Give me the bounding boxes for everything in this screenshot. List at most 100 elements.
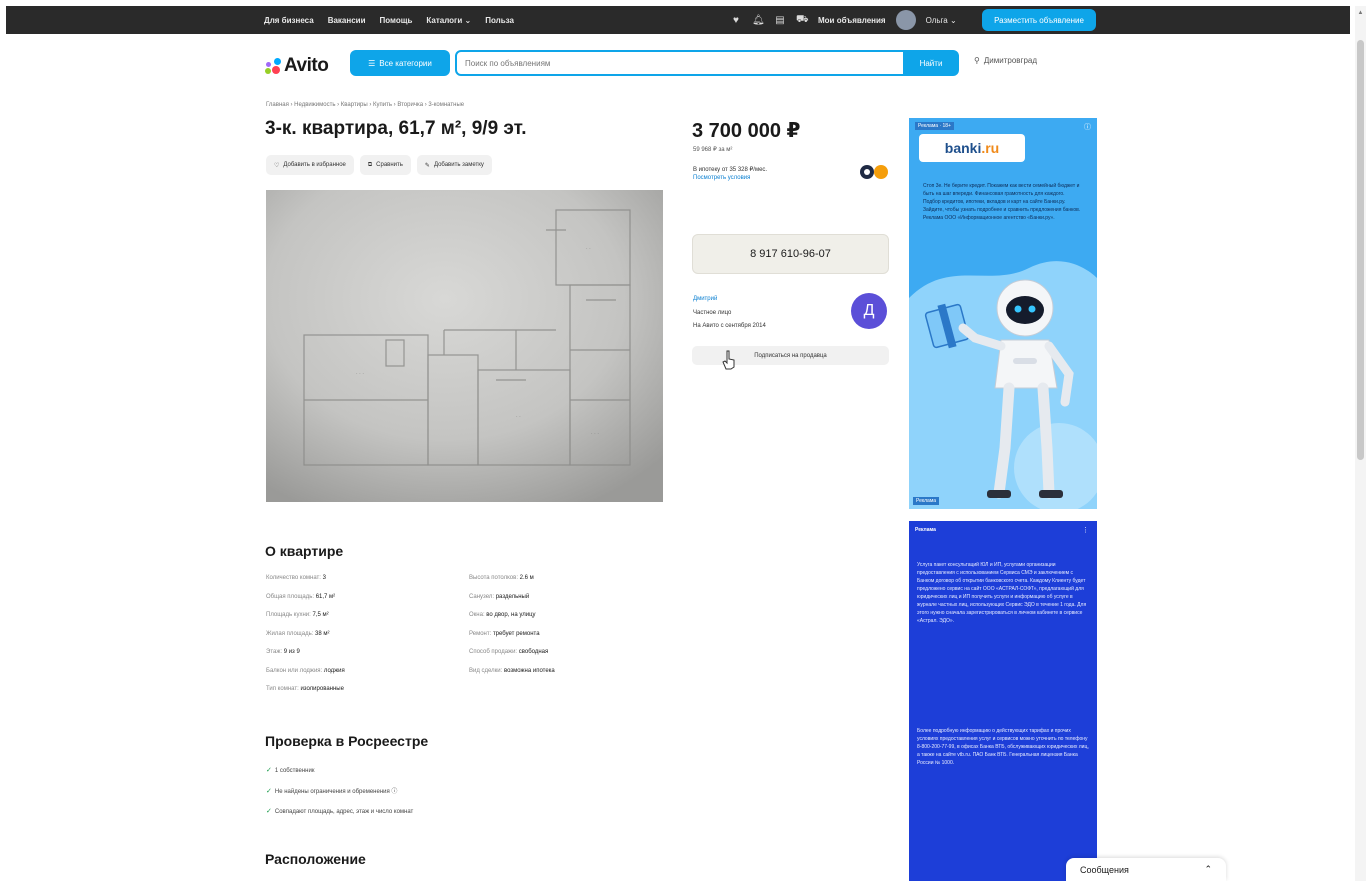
robot-illustration — [924, 279, 1074, 499]
compare-label: Сравнить — [376, 162, 403, 168]
logo-text: Avito — [284, 55, 329, 76]
compare-button[interactable]: ⧉ Сравнить — [359, 155, 411, 175]
prop-value: 61,7 м² — [315, 593, 336, 600]
floor-plan-image: · · · · · · · · · · — [266, 190, 663, 502]
checkmark-icon: ✓ — [266, 767, 272, 774]
add-note-label: Добавить заметку — [433, 162, 484, 168]
categories-label: Все категории — [379, 58, 432, 68]
prop-value: 2.6 м — [519, 575, 534, 581]
about-title: О квартире — [265, 543, 344, 559]
prop-key: Ремонт: — [469, 630, 492, 637]
prop-value: лоджия — [323, 667, 345, 674]
prop-key: Санузел: — [469, 593, 495, 600]
chat-icon[interactable]: ▤ — [774, 15, 786, 26]
mortgage-offer: В ипотеку от 35 328 ₽/мес. — [693, 167, 768, 173]
prop-key: Способ продажи: — [469, 649, 518, 655]
svg-text:· ·: · · — [586, 246, 591, 252]
location-label: Димитровград — [983, 56, 1038, 65]
search-button[interactable]: Найти — [903, 50, 959, 76]
checkmark-icon: ✓ — [266, 787, 272, 795]
bankiru-logo-suffix: .ru — [981, 140, 1000, 156]
check-text: 1 собственник — [274, 768, 315, 774]
svg-text:· · ·: · · · — [356, 371, 364, 377]
prop-row: Вид сделки: возможна ипотека — [469, 662, 555, 681]
prop-key: Высота потолков: — [469, 575, 518, 581]
seller-avatar[interactable]: Д — [851, 293, 887, 329]
prop-row: Балкон или лоджия: лоджия — [266, 662, 345, 681]
location-selector[interactable]: ⚲ Димитровград — [974, 56, 1037, 65]
prop-key: Вид сделки: — [469, 667, 503, 674]
nav-benefit[interactable]: Польза — [485, 16, 514, 25]
user-avatar[interactable] — [895, 10, 916, 30]
pin-icon: ⚲ — [974, 56, 980, 65]
logo-dots-icon — [265, 58, 281, 74]
add-note-button[interactable]: ✎ Добавить заметку — [416, 155, 492, 175]
prop-value: 3 — [322, 575, 326, 581]
mortgage-terms-link[interactable]: Посмотреть условия — [693, 175, 750, 181]
user-menu[interactable]: Ольга ⌄ — [926, 16, 957, 25]
prop-value: изолированные — [300, 686, 344, 692]
bell-icon[interactable]: 🔔︎ — [752, 15, 765, 26]
rosreestr-title: Проверка в Росреестре — [265, 733, 429, 749]
chevron-up-icon[interactable]: ⌃ — [1204, 864, 1212, 875]
listing-photo-floor-plan[interactable]: · · · · · · · · · · — [266, 190, 663, 502]
prop-value: раздельный — [495, 593, 530, 600]
prop-value: требует ремонта — [492, 630, 540, 637]
nav-business[interactable]: Для бизнеса — [264, 16, 314, 25]
add-favorite-label: Добавить в избранное — [283, 162, 346, 168]
info-icon[interactable]: ⓘ — [1084, 122, 1091, 132]
ad-footer-label: Реклама — [913, 497, 940, 505]
grid-icon: ☰ — [368, 58, 376, 68]
nav-help[interactable]: Помощь — [379, 16, 412, 25]
more-icon[interactable]: ⋮ — [1082, 526, 1089, 534]
search-input[interactable] — [457, 52, 903, 74]
about-props-right: Высота потолков: 2.6 м Санузел: раздельн… — [469, 569, 555, 680]
nav-vacancies[interactable]: Вакансии — [328, 16, 366, 25]
avito-logo[interactable]: Avito — [265, 55, 329, 77]
prop-row: Площадь кухни: 7,5 м² — [266, 606, 345, 625]
top-nav: Для бизнеса Вакансии Помощь Каталоги ⌄ П… — [264, 6, 514, 34]
ad2-paragraph-1: Услуга пакет консультаций ЮЛ и ИП, услуг… — [917, 562, 1087, 624]
prop-row: Ремонт: требует ремонта — [469, 625, 555, 644]
top-right: ♥ 🔔︎ ▤ ⛟ Мои объявления Ольга ⌄ — [730, 6, 957, 34]
price: 3 700 000 ₽ — [692, 120, 801, 142]
heart-icon[interactable]: ♥ — [730, 15, 742, 26]
check-item: ✓ Не найдены ограничения и обременения ⓘ — [266, 782, 413, 803]
ad-banner-vtb[interactable]: Реклама ⋮ Услуга пакет консультаций ЮЛ и… — [909, 521, 1097, 881]
top-bar: Для бизнеса Вакансии Помощь Каталоги ⌄ П… — [6, 6, 1350, 34]
note-icon: ✎ — [424, 162, 430, 169]
breadcrumb[interactable]: Главная › Недвижимость › Квартиры › Купи… — [266, 102, 464, 108]
cart-icon[interactable]: ⛟ — [796, 14, 809, 27]
svg-text:· ·: · · — [516, 414, 521, 420]
check-text: Совпадают площадь, адрес, этаж и число к… — [274, 809, 414, 815]
search-box — [455, 50, 905, 76]
prop-value: 38 м² — [315, 630, 330, 637]
categories-button[interactable]: ☰ Все категории — [350, 50, 450, 76]
add-favorite-button[interactable]: ♡ Добавить в избранное — [266, 155, 354, 175]
prop-key: Общая площадь: — [266, 593, 315, 600]
compare-icon: ⧉ — [367, 161, 373, 168]
prop-row: Санузел: раздельный — [469, 588, 555, 607]
prop-key: Окна: — [469, 612, 485, 618]
seller-name-link[interactable]: Дмитрий — [693, 296, 717, 302]
bankiru-logo: banki .ru — [919, 134, 1025, 162]
prop-row: Высота потолков: 2.6 м — [469, 569, 555, 588]
rosreestr-checks: ✓ 1 собственник ✓ Не найдены ограничения и… — [266, 761, 413, 823]
checkmark-icon: ✓ — [266, 808, 272, 815]
ad-banner-bankiru[interactable]: Реклама · 18+ ⓘ banki .ru Стоп 3е. Не бер… — [909, 118, 1097, 509]
messages-widget[interactable]: Сообщения ⌃ — [1066, 858, 1226, 881]
my-ads-link[interactable]: Мои объявления — [818, 16, 886, 25]
show-phone-button[interactable]: 8 917 610-96-07 — [692, 234, 889, 274]
nav-catalogs[interactable]: Каталоги ⌄ — [426, 16, 471, 25]
scrollbar-thumb[interactable] — [1357, 40, 1364, 460]
ad-label: Реклама · 18+ — [915, 122, 954, 130]
prop-row: Тип комнат: изолированные — [266, 680, 345, 699]
post-ad-button[interactable]: Разместить объявление — [982, 9, 1096, 31]
about-props-left: Количество комнат: 3 Общая площадь: 61,7… — [266, 569, 345, 699]
check-item: ✓ Совпадают площадь, адрес, этаж и число … — [266, 802, 413, 823]
prop-key: Балкон или лоджия: — [266, 667, 323, 674]
heart-outline-icon: ♡ — [274, 162, 280, 169]
scroll-up-arrow-icon[interactable]: ▲ — [1357, 9, 1364, 17]
hand-cursor-icon — [722, 350, 735, 370]
prop-key: Тип комнат: — [266, 686, 299, 692]
